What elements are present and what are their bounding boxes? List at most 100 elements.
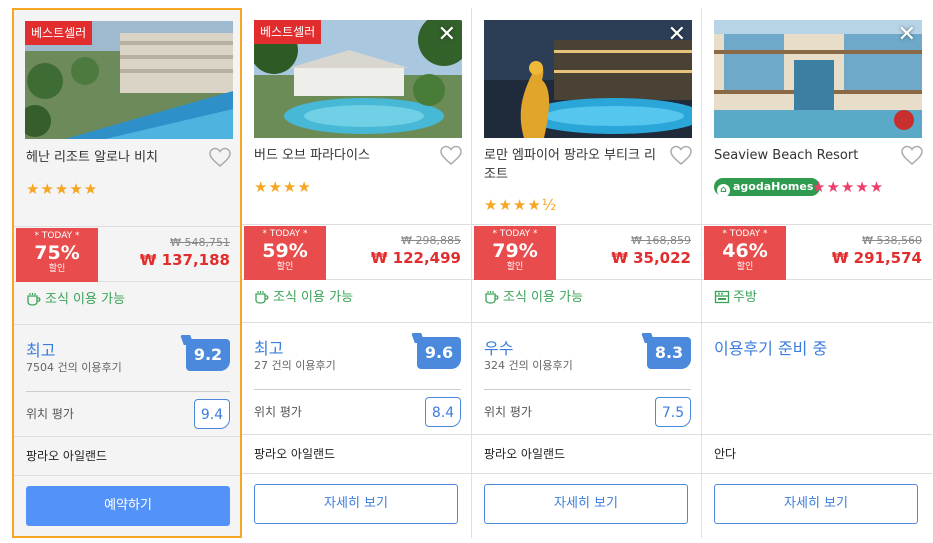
final-price: ₩ 137,188 — [139, 251, 230, 269]
today-label: * TODAY * — [262, 229, 308, 239]
review-label: 최고 — [254, 339, 284, 358]
original-price: ₩ 168,859 — [631, 234, 691, 247]
hotel-photo[interactable]: ✕ — [484, 20, 692, 138]
kitchen-icon — [714, 290, 730, 304]
final-price: ₩ 122,499 — [370, 249, 461, 267]
today-label: * TODAY * — [722, 229, 768, 239]
price-row: * TODAY * 75% 할인 ₩ 548,751 ₩ 137,188 — [14, 226, 240, 282]
hotel-card-2[interactable]: 베스트셀러 ✕ 버드 오브 파라다이스 ★★★★ * TODAY * 59% 할… — [242, 8, 472, 538]
hotel-photo[interactable]: 베스트셀러 — [25, 21, 233, 139]
review-label: 최고 — [26, 341, 56, 360]
agoda-homes-badge: ⌂ agodaHomes — [714, 178, 821, 197]
review-count[interactable]: 324 건의 이용후기 — [484, 357, 573, 373]
coffee-cup-icon — [485, 291, 499, 304]
hotel-card-3[interactable]: ✕ 로만 엠파이어 팡라오 부티크 리조트 ★★★★½ * TODAY * 79… — [472, 8, 702, 538]
location-score: 9.4 — [194, 399, 230, 429]
review-score: 9.6 — [417, 337, 461, 369]
discount-box: * TODAY * 59% 할인 — [244, 226, 326, 280]
hotel-name[interactable]: 버드 오브 파라다이스 — [254, 146, 434, 165]
review-score: 8.3 — [647, 337, 691, 369]
star-rating: ★★★★ — [254, 178, 312, 196]
resort-photo-image — [714, 20, 922, 138]
divider — [26, 391, 230, 392]
amenity: 조식 이용 가능 — [26, 290, 125, 310]
discount-percent: 75% — [34, 242, 80, 264]
location-label: 위치 평가 — [484, 405, 532, 419]
discount-box: * TODAY * 79% 할인 — [474, 226, 556, 280]
star-rating: ★★★★½ — [484, 196, 558, 214]
final-price: ₩ 291,574 — [831, 249, 922, 267]
location-label: 위치 평가 — [254, 405, 302, 419]
discount-percent: 59% — [262, 240, 308, 262]
location-score: 8.4 — [425, 397, 461, 427]
hotel-card-4[interactable]: ✕ Seaview Beach Resort ⌂ agodaHomes ★★★★★… — [702, 8, 932, 538]
discount-label: 할인 — [276, 262, 294, 272]
today-label: * TODAY * — [34, 231, 80, 241]
discount-percent: 46% — [722, 240, 768, 262]
original-price: ₩ 538,560 — [862, 234, 922, 247]
hotel-photo[interactable]: 베스트셀러 ✕ — [254, 20, 462, 138]
original-price: ₩ 548,751 — [170, 236, 230, 249]
discount-label: 할인 — [506, 262, 524, 272]
review-section: 이용후기 준비 중 — [702, 322, 932, 434]
star-rating: ★★★★★ — [26, 180, 99, 198]
close-icon[interactable]: ✕ — [438, 22, 456, 48]
review-label: 우수 — [484, 339, 514, 358]
coffee-cup-icon — [255, 291, 269, 304]
discount-box: * TODAY * 46% 할인 — [704, 226, 786, 280]
home-icon: ⌂ — [717, 184, 730, 197]
area-name: 팡라오 아일랜드 — [14, 436, 240, 476]
area-name: 안다 — [702, 434, 932, 474]
discount-label: 할인 — [48, 264, 66, 274]
area-name: 팡라오 아일랜드 — [472, 434, 701, 474]
discount-percent: 79% — [492, 240, 538, 262]
price-row: * TODAY * 59% 할인 ₩ 298,885 ₩ 122,499 — [242, 224, 471, 280]
heart-icon[interactable] — [439, 144, 463, 168]
review-score: 9.2 — [186, 339, 230, 371]
review-pending: 이용후기 준비 중 — [714, 339, 828, 358]
hotel-card-1[interactable]: 베스트셀러 헤난 리조트 알로나 비치 ★★★★★ * TODAY * 75% … — [12, 8, 242, 538]
divider — [484, 389, 691, 390]
hotel-name[interactable]: 로만 엠파이어 팡라오 부티크 리조트 — [484, 146, 664, 184]
discount-box: * TODAY * 75% 할인 — [16, 228, 98, 282]
star-rating: ★★★★★ — [812, 178, 885, 196]
view-details-button[interactable]: 자세히 보기 — [254, 484, 458, 524]
review-count[interactable]: 27 건의 이용후기 — [254, 357, 336, 373]
heart-icon[interactable] — [900, 144, 924, 168]
location-label: 위치 평가 — [26, 407, 74, 421]
hotel-name[interactable]: 헤난 리조트 알로나 비치 — [26, 148, 206, 167]
amenity: 조식 이용 가능 — [254, 288, 353, 308]
divider — [254, 389, 461, 390]
today-label: * TODAY * — [492, 229, 538, 239]
bestseller-badge: 베스트셀러 — [25, 21, 93, 45]
coffee-cup-icon — [27, 293, 41, 306]
amenity-label: 조식 이용 가능 — [273, 290, 354, 305]
resort-photo-image — [484, 20, 692, 138]
original-price: ₩ 298,885 — [401, 234, 461, 247]
review-section: 최고 27 건의 이용후기 9.6 위치 평가 8.4 — [242, 322, 471, 434]
amenity-label: 주방 — [733, 290, 757, 305]
view-details-button[interactable]: 자세히 보기 — [484, 484, 688, 524]
close-icon[interactable]: ✕ — [898, 22, 916, 48]
final-price: ₩ 35,022 — [611, 249, 691, 267]
view-details-button[interactable]: 자세히 보기 — [714, 484, 918, 524]
hotel-photo[interactable]: ✕ — [714, 20, 922, 138]
hotel-name[interactable]: Seaview Beach Resort — [714, 146, 894, 165]
close-icon[interactable]: ✕ — [668, 22, 686, 48]
area-name: 팡라오 아일랜드 — [242, 434, 471, 474]
amenity-label: 조식 이용 가능 — [45, 292, 126, 307]
hotel-comparison: 베스트셀러 헤난 리조트 알로나 비치 ★★★★★ * TODAY * 75% … — [12, 8, 933, 538]
agoda-homes-label: agodaHomes — [733, 180, 814, 193]
review-section: 우수 324 건의 이용후기 8.3 위치 평가 7.5 — [472, 322, 701, 434]
amenity: 주방 — [714, 288, 757, 308]
heart-icon[interactable] — [669, 144, 693, 168]
price-row: * TODAY * 79% 할인 ₩ 168,859 ₩ 35,022 — [472, 224, 701, 280]
amenity: 조식 이용 가능 — [484, 288, 583, 308]
book-button[interactable]: 예약하기 — [26, 486, 230, 526]
amenity-label: 조식 이용 가능 — [503, 290, 584, 305]
location-score: 7.5 — [655, 397, 691, 427]
review-count[interactable]: 7504 건의 이용후기 — [26, 359, 122, 375]
bestseller-badge: 베스트셀러 — [254, 20, 322, 44]
review-section: 최고 7504 건의 이용후기 9.2 위치 평가 9.4 — [14, 324, 240, 436]
heart-icon[interactable] — [208, 146, 232, 170]
